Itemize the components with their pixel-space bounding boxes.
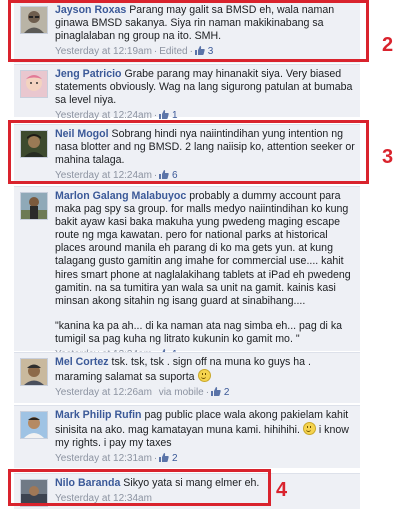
comment-author[interactable]: Marlon Galang Malabuyoc: [55, 190, 186, 202]
highlight-box-comment-1: [8, 0, 369, 62]
comment-timestamp[interactable]: Yesterday at 12:31am: [55, 453, 152, 464]
comment-author[interactable]: Mark Philip Rufin: [55, 409, 142, 421]
thumbs-up-icon: [159, 453, 169, 463]
smiley-emoticon-icon: [302, 422, 316, 436]
comment-item: Mark Philip Rufin pag public place wala …: [14, 405, 360, 468]
avatar[interactable]: [20, 411, 48, 439]
comment-quote: "kanina ka pa ah... di ka naman ata nag …: [55, 319, 343, 345]
annotation-marker: 2: [382, 34, 394, 56]
like-count[interactable]: 2: [159, 453, 178, 464]
annotation-marker: 3: [382, 146, 394, 168]
comment-author[interactable]: Jeng Patricio: [55, 68, 122, 80]
comment-text: probably a dummy account para maka pag s…: [55, 190, 351, 307]
comment-author[interactable]: Mel Cortez: [55, 356, 109, 368]
comment-item: Marlon Galang Malabuyoc probably a dummy…: [14, 186, 360, 360]
thumbs-up-icon: [211, 387, 221, 397]
comment-meta: Yesterday at 12:31am · 2: [55, 453, 178, 465]
comment-meta: Yesterday at 12:26am via mobile · 2: [55, 387, 230, 399]
thumbs-up-icon: [159, 110, 169, 120]
annotation-marker: 4: [276, 479, 288, 501]
highlight-box-comment-3: [8, 120, 369, 184]
highlight-box-comment-7: [8, 469, 271, 506]
avatar[interactable]: [20, 358, 48, 386]
avatar[interactable]: [20, 70, 48, 98]
comment-timestamp[interactable]: Yesterday at 12:26am: [55, 387, 152, 398]
like-count[interactable]: 2: [211, 387, 229, 398]
via-mobile-label[interactable]: via mobile: [159, 387, 204, 398]
comment-item: Jeng Patricio Grabe parang may hinanakit…: [14, 64, 360, 121]
comment-item: Mel Cortez tsk. tsk, tsk . sign off na m…: [14, 352, 360, 403]
smiley-emoticon-icon: [197, 369, 211, 383]
avatar[interactable]: [20, 192, 48, 220]
